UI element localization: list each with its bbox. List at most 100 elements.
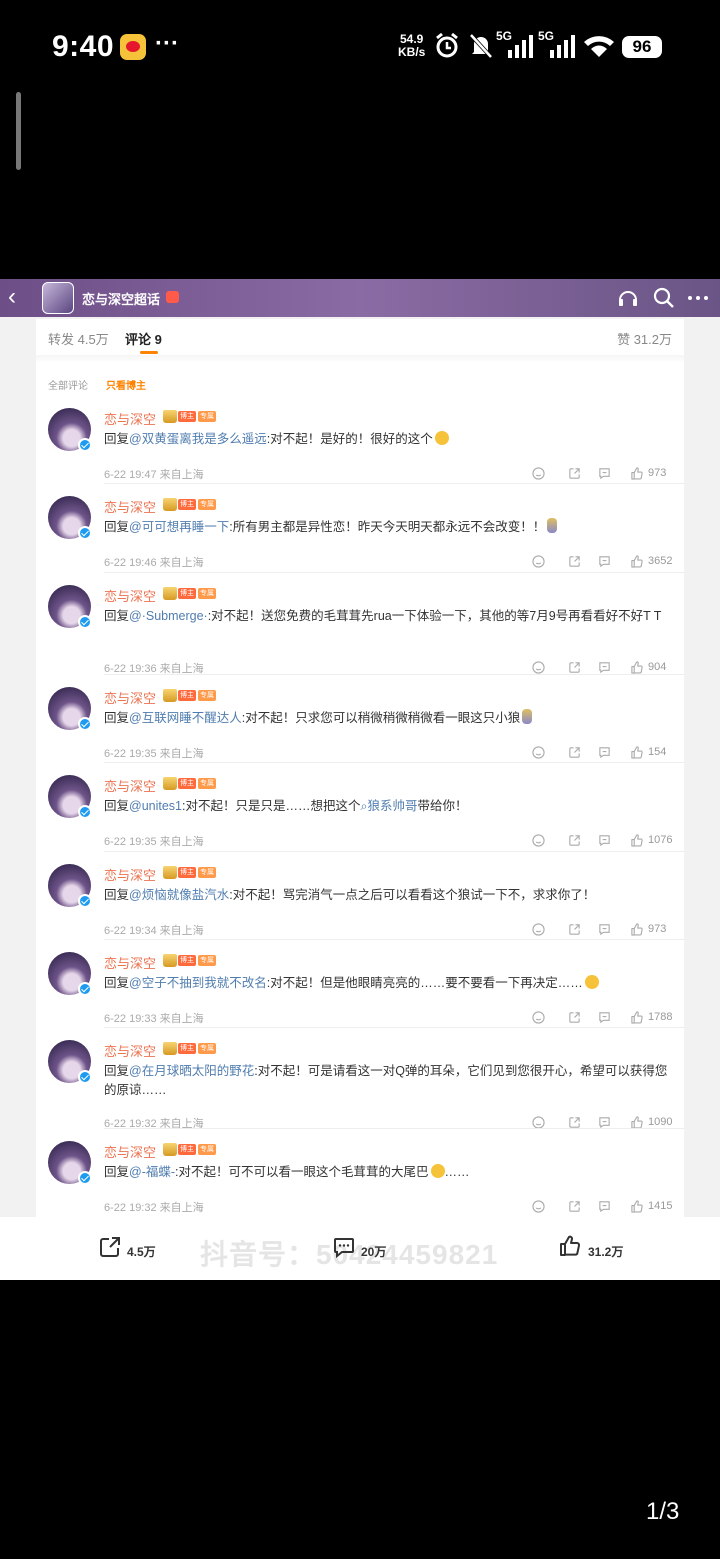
reply-icon[interactable] — [598, 1200, 611, 1218]
like-count[interactable]: 3652 — [648, 555, 672, 567]
commenter-name[interactable]: 恋与深空 — [104, 776, 156, 795]
like-count[interactable]: 973 — [648, 467, 666, 479]
tab-comment[interactable]: 评论 9 — [125, 329, 162, 348]
comment-divider — [104, 851, 684, 852]
commenter-name[interactable]: 恋与深空 — [104, 865, 156, 884]
like-icon[interactable] — [630, 1116, 644, 1134]
comment-text: 回复@在月球晒太阳的野花:对不起！可是请看这一对Q弹的耳朵，它们见到您很开心，希… — [104, 1064, 668, 1097]
like-icon[interactable] — [630, 661, 644, 679]
signal-icon-1 — [508, 35, 533, 58]
crown-icon — [163, 866, 177, 879]
mention-link[interactable]: @·Submerge· — [129, 609, 208, 623]
react-icon[interactable] — [532, 1116, 545, 1134]
comment-location: 来自上海 — [159, 1013, 204, 1025]
react-icon[interactable] — [532, 661, 545, 679]
tab-likes[interactable]: 赞 31.2万 — [617, 329, 672, 348]
status-time: 9:40 — [52, 30, 115, 63]
comment-text: 回复@可可想再睡一下:所有男主都是异性恋！昨天今天明天都永远不会改变！！ — [104, 518, 674, 537]
like-count[interactable]: 1076 — [648, 834, 672, 846]
verified-icon — [78, 1070, 92, 1084]
share-icon[interactable] — [568, 1116, 581, 1134]
like-count[interactable]: 31.2万 — [588, 1243, 623, 1260]
comment-meta: 6-22 19:47 来自上海 — [104, 466, 204, 482]
mention-link[interactable]: @互联网睡不醒达人 — [129, 711, 242, 725]
like-icon[interactable] — [630, 834, 644, 852]
react-icon[interactable] — [532, 834, 545, 852]
mention-link[interactable]: @空子不抽到我就不改名 — [129, 976, 267, 990]
verified-icon — [78, 526, 92, 540]
comment-divider — [104, 572, 684, 573]
topic-link[interactable]: ⌕狼系帅哥 — [361, 799, 418, 813]
comment-location: 来自上海 — [159, 925, 204, 937]
commenter-name[interactable]: 恋与深空 — [104, 1041, 156, 1060]
repost-count[interactable]: 4.5万 — [127, 1243, 156, 1260]
author-badge: 博主 — [178, 588, 196, 599]
like-icon[interactable] — [630, 1200, 644, 1218]
comment-icon[interactable] — [332, 1235, 356, 1259]
commenter-name[interactable]: 恋与深空 — [104, 409, 156, 428]
exclusive-badge: 专属 — [198, 867, 216, 878]
like-count[interactable]: 973 — [648, 923, 666, 935]
like-count[interactable]: 904 — [648, 661, 666, 673]
reply-icon[interactable] — [598, 1116, 611, 1134]
listen-icon[interactable] — [616, 286, 640, 310]
share-icon[interactable] — [568, 834, 581, 852]
commenter-name[interactable]: 恋与深空 — [104, 688, 156, 707]
comment-count[interactable]: 20万 — [361, 1243, 386, 1260]
commenter-name[interactable]: 恋与深空 — [104, 953, 156, 972]
more-icon[interactable] — [686, 286, 710, 310]
comment-location: 来自上海 — [159, 1202, 204, 1214]
repost-icon[interactable] — [98, 1235, 122, 1259]
commenter-name[interactable]: 恋与深空 — [104, 586, 156, 605]
comment-date: 6-22 19:46 — [104, 557, 157, 569]
filter-author-only[interactable]: 只看博主 — [106, 377, 146, 392]
mention-link[interactable]: @在月球晒太阳的野花 — [129, 1064, 254, 1078]
search-icon[interactable] — [652, 286, 676, 310]
comment-date: 6-22 19:47 — [104, 469, 157, 481]
comment-location: 来自上海 — [159, 469, 204, 481]
commenter-name[interactable]: 恋与深空 — [104, 497, 156, 516]
side-indicator — [16, 92, 21, 170]
active-tab-underline — [140, 351, 158, 354]
like-count[interactable]: 154 — [648, 746, 666, 758]
crown-icon — [163, 954, 177, 967]
tab-repost[interactable]: 转发 4.5万 — [48, 329, 109, 348]
react-icon[interactable] — [532, 1200, 545, 1218]
net-speed: 54.9 KB/s — [398, 32, 426, 59]
comment-meta: 6-22 19:35 来自上海 — [104, 745, 204, 761]
filter-all-comments[interactable]: 全部评论 — [48, 377, 88, 392]
crown-icon — [163, 777, 177, 790]
crown-icon — [163, 1042, 177, 1055]
commenter-name[interactable]: 恋与深空 — [104, 1142, 156, 1161]
author-badge: 博主 — [178, 411, 196, 422]
mention-link[interactable]: @可可想再睡一下 — [129, 520, 229, 534]
reply-icon[interactable] — [598, 834, 611, 852]
like-count[interactable]: 1788 — [648, 1011, 672, 1023]
topic-title[interactable]: 恋与深空超话 — [82, 289, 160, 308]
tab-divider — [36, 355, 684, 363]
exclusive-badge: 专属 — [198, 778, 216, 789]
react-icon[interactable] — [532, 555, 545, 573]
mention-link[interactable]: @双黄蛋离我是多么遥远 — [129, 432, 267, 446]
reply-icon[interactable] — [598, 555, 611, 573]
comments-card-bg: 转发 4.5万 评论 9 赞 31.2万 全部评论 只看博主 恋与深空 博主 专属回… — [0, 317, 720, 1217]
like-icon[interactable] — [558, 1234, 582, 1258]
back-icon[interactable]: ‹ — [8, 285, 16, 309]
mention-link[interactable]: @unites1 — [129, 799, 182, 813]
share-icon[interactable] — [568, 555, 581, 573]
topic-avatar[interactable] — [42, 282, 74, 314]
share-icon[interactable] — [568, 1200, 581, 1218]
verified-icon — [78, 982, 92, 996]
weibo-post-screenshot: ‹ 恋与深空超话 转发 4.5万 评论 9 赞 31.2万 全部评论 只看博主 — [0, 279, 720, 1280]
like-count[interactable]: 1090 — [648, 1116, 672, 1128]
bottom-action-bar: 4.5万 抖音号：50424459821 20万 31.2万 — [0, 1217, 720, 1280]
share-icon[interactable] — [568, 661, 581, 679]
mention-link[interactable]: @烦恼就像盐汽水 — [129, 888, 229, 902]
reply-icon[interactable] — [598, 661, 611, 679]
like-count[interactable]: 1415 — [648, 1200, 672, 1212]
verified-icon — [78, 894, 92, 908]
comment-divider — [104, 939, 684, 940]
like-icon[interactable] — [630, 555, 644, 573]
mention-link[interactable]: @-福蝶- — [129, 1165, 175, 1179]
emoji-icon — [547, 518, 558, 533]
